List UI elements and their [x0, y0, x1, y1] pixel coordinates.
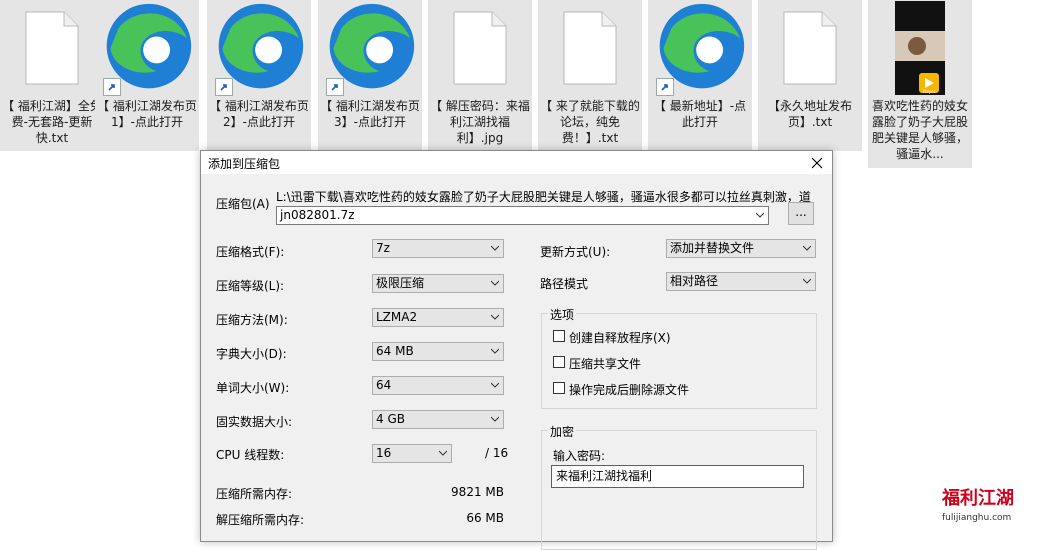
player-badge: Player — [923, 89, 936, 94]
sfx-label: 创建自释放程序(X) — [569, 331, 671, 345]
chevron-down-icon — [491, 280, 499, 286]
level-label: 压缩等级(L): — [216, 279, 285, 293]
path-mode-select[interactable]: 相对路径 — [666, 272, 816, 291]
path-mode-value: 相对路径 — [670, 274, 719, 288]
file-name: 【 福利江湖发布页3】-点此打开 — [320, 99, 420, 129]
mem-comp-value: 9821 MB — [451, 485, 504, 499]
dict-label: 字典大小(D): — [216, 347, 287, 361]
format-label: 压缩格式(F): — [216, 245, 285, 259]
solid-value: 4 GB — [376, 412, 405, 426]
cpu-value: 16 — [376, 446, 392, 460]
file-name: 【 福利江湖】全免费-无套路-更新快.txt — [2, 99, 102, 145]
text-file-icon — [25, 11, 79, 85]
file-name: 【 福利江湖发布页2】-点此打开 — [209, 99, 309, 129]
watermark-text: 福利江湖 — [941, 487, 1014, 509]
path-mode-label: 路径模式 — [540, 277, 589, 291]
video-thumbnail-icon: Player — [895, 1, 945, 95]
file-item-8[interactable]: 【永久地址发布页】.txt — [758, 0, 862, 151]
delete-source-checkbox[interactable] — [553, 382, 565, 394]
chevron-down-icon[interactable] — [756, 212, 764, 218]
file-name: 【 解压密码：来福利江湖找福利】.jpg — [430, 99, 530, 145]
solid-select[interactable]: 4 GB — [372, 410, 504, 429]
image-file-icon — [453, 11, 507, 85]
file-item-5[interactable]: 【 解压密码：来福利江湖找福利】.jpg — [428, 0, 532, 151]
file-item-1[interactable]: 【 福利江湖】全免费-无套路-更新快.txt — [0, 0, 104, 151]
solid-label: 固实数据大小: — [216, 415, 293, 429]
add-to-archive-dialog: 添加到压缩包 压缩包(A) L:\迅雷下载\喜欢吃性药的妓女露脸了奶子大屁股肥关… — [200, 150, 833, 550]
file-item-6[interactable]: 【 来了就能下载的论坛，纯免费！】.txt — [538, 0, 642, 151]
chevron-down-icon — [491, 348, 499, 354]
sfx-checkbox[interactable] — [553, 330, 565, 342]
options-title: 选项 — [548, 306, 577, 323]
close-icon — [811, 157, 823, 168]
level-value: 极限压缩 — [376, 276, 425, 290]
delete-source-label: 操作完成后删除源文件 — [569, 383, 690, 397]
password-input[interactable]: 来福利江湖找福利 — [551, 465, 804, 488]
file-name: 【 来了就能下载的论坛，纯免费！】.txt — [540, 99, 640, 145]
update-value: 添加并替换文件 — [670, 241, 755, 255]
chevron-down-icon — [491, 416, 499, 422]
dialog-titlebar: 添加到压缩包 — [201, 151, 832, 174]
watermark-logo: 福利江湖 fulijianghu.com — [941, 487, 1014, 523]
shortcut-arrow-icon — [656, 78, 674, 96]
chevron-down-icon — [803, 245, 811, 251]
file-item-4[interactable]: 【 福利江湖发布页3】-点此打开 — [318, 0, 422, 151]
shortcut-arrow-icon — [215, 78, 233, 96]
chevron-down-icon — [491, 314, 499, 320]
word-label: 单词大小(W): — [216, 381, 290, 395]
file-item-3[interactable]: 【 福利江湖发布页2】-点此打开 — [207, 0, 311, 151]
chevron-down-icon — [491, 382, 499, 388]
archive-path-text: L:\迅雷下载\喜欢吃性药的妓女露脸了奶子大屁股肥关键是人够骚，骚逼水很多都可以… — [276, 190, 811, 204]
file-item-7[interactable]: 【 最新地址】-点此打开 — [648, 0, 752, 151]
mem-comp-label: 压缩所需内存: — [216, 487, 293, 501]
level-select[interactable]: 极限压缩 — [372, 274, 504, 293]
update-label: 更新方式(U): — [540, 245, 611, 259]
shortcut-arrow-icon — [326, 78, 344, 96]
browse-button[interactable]: ... — [788, 202, 814, 225]
cpu-total: / 16 — [485, 446, 509, 460]
password-label: 输入密码: — [553, 449, 606, 463]
file-name: 【 福利江湖发布页1】-点此打开 — [97, 99, 197, 129]
file-item-9[interactable]: Player 喜欢吃性药的妓女露脸了奶子大屁股肥关键是人够骚，骚逼水... — [868, 0, 972, 168]
file-name: 喜欢吃性药的妓女露脸了奶子大屁股肥关键是人够骚，骚逼水... — [871, 99, 968, 161]
shared-files-checkbox[interactable] — [553, 356, 565, 368]
text-file-icon — [563, 11, 617, 85]
dict-select[interactable]: 64 MB — [372, 342, 504, 361]
dialog-title: 添加到压缩包 — [208, 157, 281, 171]
chevron-down-icon — [803, 278, 811, 284]
archive-name-combobox[interactable]: jn082801.7z — [276, 206, 769, 225]
archive-name-value: jn082801.7z — [280, 208, 355, 222]
update-select[interactable]: 添加并替换文件 — [666, 239, 816, 258]
dict-value: 64 MB — [376, 344, 414, 358]
format-value: 7z — [376, 241, 390, 255]
word-value: 64 — [376, 378, 392, 392]
method-label: 压缩方法(M): — [216, 313, 288, 327]
method-select[interactable]: LZMA2 — [372, 308, 504, 327]
chevron-down-icon — [491, 245, 499, 251]
chevron-down-icon — [439, 450, 447, 456]
file-name: 【 最新地址】-点此打开 — [653, 99, 747, 129]
file-name: 【永久地址发布页】.txt — [767, 99, 852, 129]
file-item-2[interactable]: 【 福利江湖发布页1】-点此打开 — [95, 0, 199, 151]
method-value: LZMA2 — [376, 310, 418, 324]
close-button[interactable] — [802, 151, 832, 174]
cpu-select[interactable]: 16 — [372, 444, 452, 463]
cpu-label: CPU 线程数: — [216, 448, 285, 462]
encryption-title: 加密 — [548, 423, 577, 440]
text-file-icon — [783, 11, 837, 85]
mem-decomp-value: 66 MB — [466, 511, 504, 525]
mem-decomp-label: 解压缩所需内存: — [216, 513, 305, 527]
archive-label: 压缩包(A) — [216, 197, 270, 211]
password-value: 来福利江湖找福利 — [556, 469, 653, 483]
shared-files-label: 压缩共享文件 — [569, 357, 642, 371]
word-select[interactable]: 64 — [372, 376, 504, 395]
watermark-url: fulijianghu.com — [942, 513, 1011, 523]
shortcut-arrow-icon — [103, 78, 121, 96]
format-select[interactable]: 7z — [372, 239, 504, 258]
